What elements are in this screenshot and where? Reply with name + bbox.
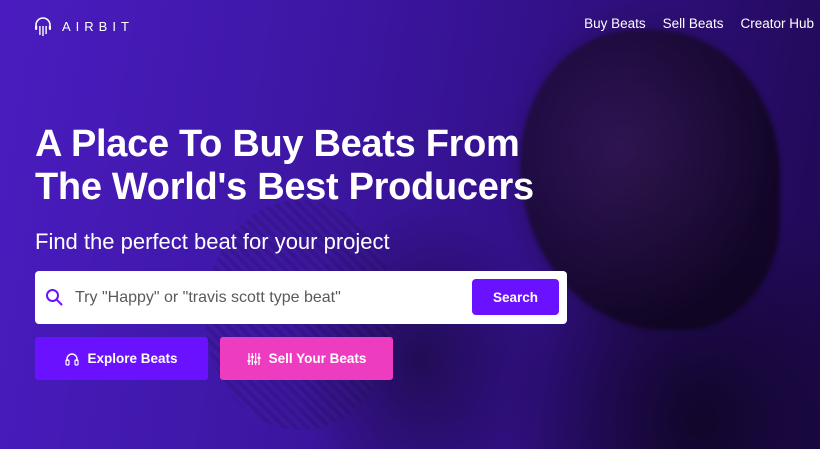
- hero-title: A Place To Buy Beats From The World's Be…: [35, 123, 655, 209]
- hero-background: [0, 0, 820, 449]
- hero-title-line-1: A Place To Buy Beats From: [35, 123, 520, 165]
- top-navigation: AIRBIT Buy Beats Sell Beats Creator Hub: [0, 0, 820, 50]
- airbit-logo-icon: [35, 17, 51, 36]
- search-icon: [46, 289, 63, 306]
- brand-logo[interactable]: AIRBIT: [34, 14, 134, 38]
- nav-item-creator-hub[interactable]: Creator Hub: [740, 16, 814, 31]
- hero-title-line-2: The World's Best Producers: [35, 166, 534, 208]
- search-button[interactable]: Search: [472, 279, 559, 315]
- sell-your-beats-button[interactable]: Sell Your Beats: [220, 337, 393, 380]
- explore-beats-label: Explore Beats: [87, 351, 178, 366]
- nav-item-sell-beats[interactable]: Sell Beats: [663, 16, 724, 31]
- explore-beats-button[interactable]: Explore Beats: [35, 337, 208, 380]
- hero-subtitle: Find the perfect beat for your project: [35, 229, 390, 254]
- search-input[interactable]: [75, 281, 455, 314]
- headphones-icon: [65, 352, 80, 366]
- brand-name: AIRBIT: [62, 18, 134, 34]
- search-bar: Search: [35, 271, 567, 324]
- sell-your-beats-label: Sell Your Beats: [268, 351, 367, 366]
- nav-links: Buy Beats Sell Beats Creator Hub: [584, 16, 814, 31]
- nav-item-buy-beats[interactable]: Buy Beats: [584, 16, 646, 31]
- equalizer-icon: [247, 352, 261, 365]
